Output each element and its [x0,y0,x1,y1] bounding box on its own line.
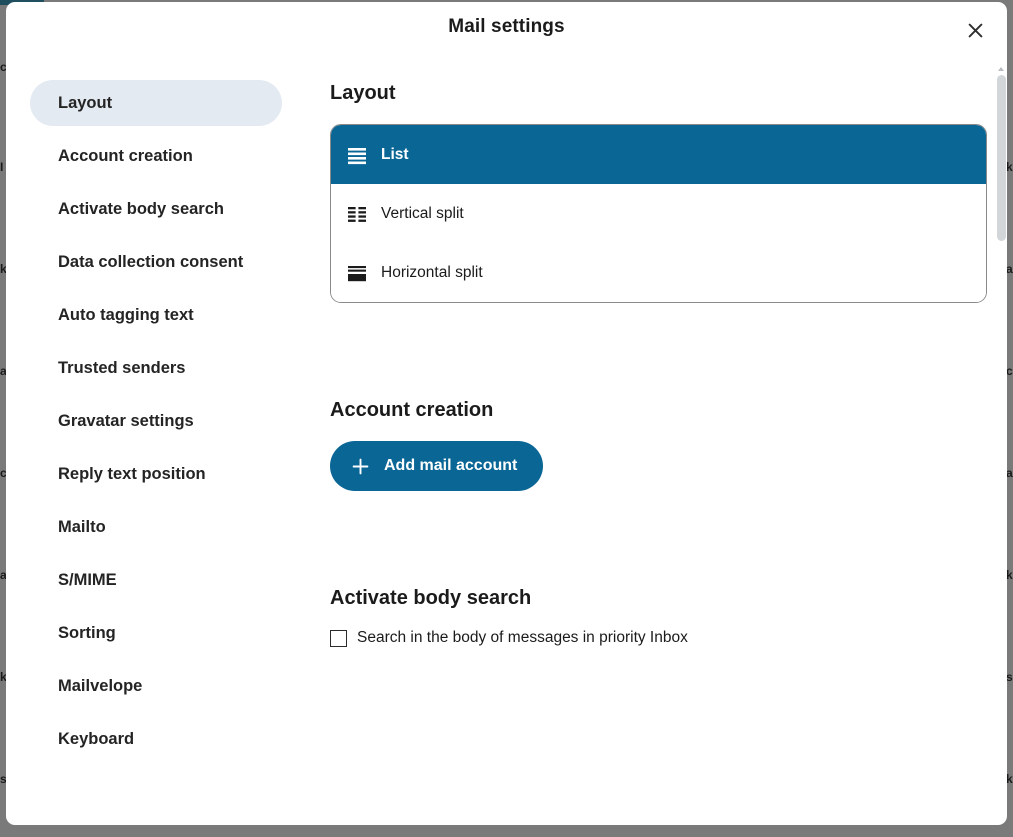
add-mail-account-button[interactable]: Add mail account [330,441,543,491]
search-body-checkbox[interactable] [330,630,347,647]
sidebar-item-data-collection-consent[interactable]: Data collection consent [30,239,282,285]
search-body-checkbox-label: Search in the body of messages in priori… [357,629,688,647]
sidebar-item-label: Trusted senders [58,359,185,378]
background-text-fragment: c [1006,364,1013,378]
layout-listbox[interactable]: List Vertical split [330,124,987,303]
background-text-fragment: k [1006,568,1013,582]
sidebar-item-auto-tagging-text[interactable]: Auto tagging text [30,292,282,338]
layout-option-vertical-split[interactable]: Vertical split [331,184,986,243]
sidebar-item-reply-text-position[interactable]: Reply text position [30,451,282,497]
scroll-up-arrow-icon[interactable] [998,67,1004,71]
plus-icon [352,458,369,475]
sidebar-item-label: Keyboard [58,730,134,749]
sidebar-item-label: Sorting [58,624,116,643]
settings-sidebar: Layout Account creation Activate body se… [6,58,300,825]
layout-option-horizontal-split[interactable]: Horizontal split [331,243,986,302]
sidebar-item-label: Auto tagging text [58,306,194,325]
dialog-title: Mail settings [6,16,1007,38]
add-mail-account-label: Add mail account [384,457,517,475]
horizontal-split-icon [347,263,367,283]
list-rows-icon [347,145,367,165]
section-title-account-creation: Account creation [330,399,1007,422]
sidebar-item-mailvelope[interactable]: Mailvelope [30,663,282,709]
sidebar-item-label: Gravatar settings [58,412,194,431]
sidebar-item-label: Activate body search [58,200,224,219]
section-title-layout: Layout [330,82,1007,105]
sidebar-item-account-creation[interactable]: Account creation [30,133,282,179]
dialog-header: Mail settings [6,2,1007,58]
background-text-fragment: a [1006,262,1013,276]
sidebar-item-label: Reply text position [58,465,206,484]
background-text-fragment: I [0,160,3,174]
layout-option-label: List [381,146,409,164]
background-text-fragment: k [1006,160,1013,174]
sidebar-item-sorting[interactable]: Sorting [30,610,282,656]
sidebar-item-layout[interactable]: Layout [30,80,282,126]
layout-option-label: Vertical split [381,205,464,223]
section-title-activate-body-search: Activate body search [330,587,1007,610]
sidebar-item-label: Data collection consent [58,253,243,272]
search-body-checkbox-row[interactable]: Search in the body of messages in priori… [330,629,1007,647]
sidebar-item-label: Mailvelope [58,677,142,696]
sidebar-item-activate-body-search[interactable]: Activate body search [30,186,282,232]
sidebar-item-label: S/MIME [58,571,117,590]
close-icon[interactable] [960,15,990,45]
layout-option-list[interactable]: List [331,125,986,184]
sidebar-item-trusted-senders[interactable]: Trusted senders [30,345,282,391]
sidebar-item-keyboard[interactable]: Keyboard [30,716,282,762]
dialog-body: Layout Account creation Activate body se… [6,58,1007,825]
background-text-fragment: a [1006,466,1013,480]
content-scrollbar[interactable] [997,72,1006,812]
background-text-fragment: s [1006,670,1013,684]
content-scrollbar-thumb[interactable] [997,75,1006,241]
sidebar-item-mailto[interactable]: Mailto [30,504,282,550]
sidebar-item-smime[interactable]: S/MIME [30,557,282,603]
background-text-fragment: k [1006,772,1013,786]
sidebar-item-gravatar-settings[interactable]: Gravatar settings [30,398,282,444]
sidebar-item-label: Layout [58,94,112,113]
sidebar-item-label: Account creation [58,147,193,166]
vertical-split-icon [347,204,367,224]
mail-settings-dialog: Mail settings Layout Account creation Ac… [6,2,1007,825]
sidebar-item-label: Mailto [58,518,106,537]
settings-content: Layout List [300,58,1007,825]
layout-option-label: Horizontal split [381,264,483,282]
